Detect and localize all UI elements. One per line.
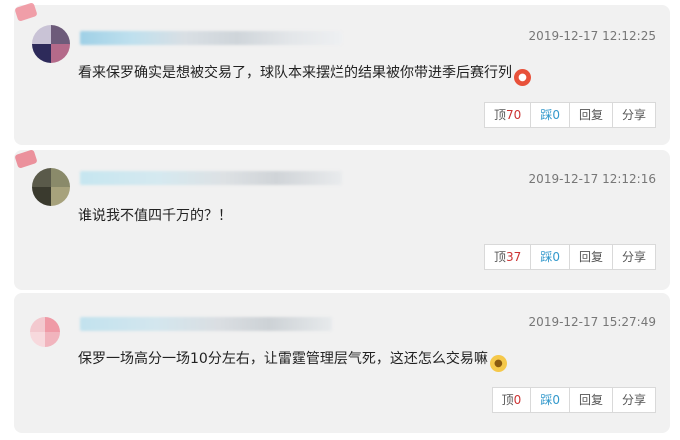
- downvote-label: 踩: [540, 393, 553, 407]
- share-button[interactable]: 分享: [611, 103, 655, 127]
- upvote-label: 顶: [501, 393, 514, 407]
- downvote-count: 0: [552, 108, 560, 122]
- downvote-label: 踩: [540, 250, 553, 264]
- comment-text-body: 看来保罗确实是想被交易了，球队本来摆烂的结果被你带进季后赛行列: [78, 65, 512, 81]
- comment-card: 2019-12-17 15:27:49 保罗一场高分一场10分左右，让雷霆管理层…: [14, 293, 670, 433]
- downvote-button[interactable]: 踩0: [530, 103, 569, 127]
- username-blurred[interactable]: [80, 171, 342, 185]
- angry-face-icon: ●: [514, 69, 531, 86]
- comment-actions: 顶37 踩0 回复 分享: [484, 244, 656, 270]
- comment-card: 2019-12-17 12:12:16 谁说我不值四千万的？！ 顶37 踩0 回…: [14, 149, 670, 290]
- comment-text: 保罗一场高分一场10分左右，让雷霆管理层气死，这还怎么交易嘛 ●: [78, 348, 507, 372]
- upvote-label: 顶: [494, 250, 507, 264]
- reply-button[interactable]: 回复: [568, 245, 612, 269]
- downvote-label: 踩: [540, 108, 553, 122]
- upvote-count: 0: [513, 393, 522, 407]
- upvote-label: 顶: [494, 108, 507, 122]
- comment-text: 看来保罗确实是想被交易了，球队本来摆烂的结果被你带进季后赛行列 ●: [78, 62, 531, 86]
- reply-button[interactable]: 回复: [568, 103, 612, 127]
- comment-timestamp: 2019-12-17 15:27:49: [528, 315, 656, 329]
- username-blurred[interactable]: [80, 317, 332, 331]
- comment-text: 谁说我不值四千万的？！: [78, 208, 232, 224]
- sweat-face-icon: ●: [489, 355, 507, 372]
- comment-timestamp: 2019-12-17 12:12:25: [528, 29, 656, 43]
- avatar[interactable]: [32, 25, 70, 63]
- comment-text-body: 保罗一场高分一场10分左右，让雷霆管理层气死，这还怎么交易嘛: [78, 351, 488, 367]
- upvote-count: 70: [506, 108, 522, 122]
- comment-timestamp: 2019-12-17 12:12:16: [528, 172, 656, 186]
- share-button[interactable]: 分享: [611, 245, 655, 269]
- downvote-count: 0: [552, 250, 560, 264]
- upvote-button[interactable]: 顶70: [485, 103, 530, 127]
- upvote-count: 37: [506, 250, 522, 264]
- avatar[interactable]: [30, 317, 60, 347]
- downvote-button[interactable]: 踩0: [530, 245, 569, 269]
- avatar[interactable]: [32, 168, 70, 206]
- upvote-button[interactable]: 顶37: [485, 245, 530, 269]
- downvote-button[interactable]: 踩0: [530, 388, 569, 412]
- comment-card: 2019-12-17 12:12:25 看来保罗确实是想被交易了，球队本来摆烂的…: [14, 2, 670, 145]
- upvote-button[interactable]: 顶0: [493, 388, 531, 412]
- comment-actions: 顶70 踩0 回复 分享: [484, 102, 656, 128]
- reply-button[interactable]: 回复: [568, 388, 612, 412]
- downvote-count: 0: [552, 393, 560, 407]
- username-blurred[interactable]: [80, 31, 342, 45]
- badge-icon: [14, 2, 38, 22]
- share-button[interactable]: 分享: [611, 388, 655, 412]
- comment-actions: 顶0 踩0 回复 分享: [491, 387, 656, 413]
- badge-icon: [14, 149, 38, 169]
